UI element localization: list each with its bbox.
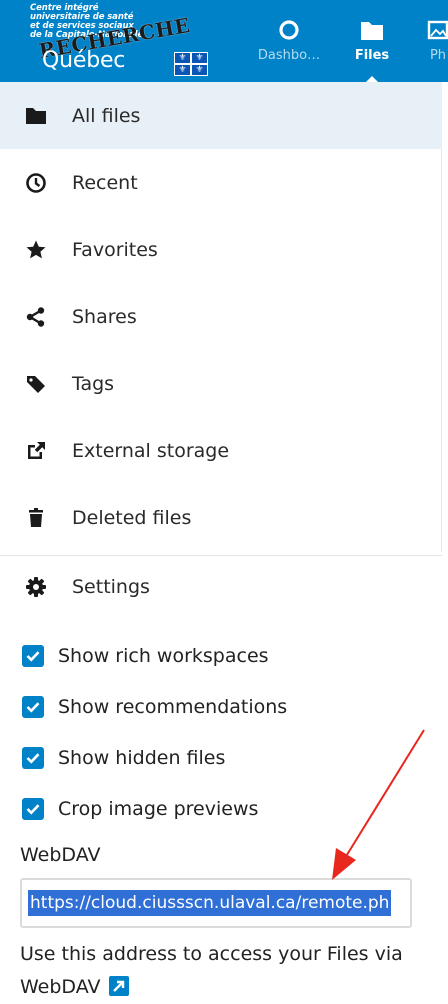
logo-province: Québec (42, 48, 126, 73)
files-navigation: All files Recent Favorites Shares Tags E… (0, 82, 448, 618)
sidebar-item-favorites[interactable]: Favorites (0, 216, 442, 283)
sidebar-item-label: Tags (72, 372, 115, 395)
webdav-title: WebDAV (20, 844, 101, 866)
sidebar-item-all-files[interactable]: All files (0, 82, 442, 149)
ciusss-logo[interactable]: Centre intégré universitaire de santé et… (30, 4, 220, 78)
sidebar-item-label: Recent (72, 171, 138, 194)
clock-icon (24, 171, 48, 195)
nav-files[interactable]: Files (337, 18, 407, 82)
nav-photos-label: Ph (429, 48, 447, 63)
setting-crop-previews[interactable]: Crop image previews (0, 783, 448, 834)
checkbox-label: Crop image previews (58, 797, 259, 820)
nav-dashboard[interactable]: Dashbo… (254, 18, 324, 74)
webdav-url-field[interactable]: https://cloud.ciussscn.ulaval.ca/remote.… (20, 878, 412, 928)
folder-icon (360, 18, 384, 42)
trash-icon (24, 506, 48, 530)
nav-files-label: Files (354, 48, 390, 63)
external-link-arrow-icon[interactable] (108, 976, 129, 996)
sidebar-item-label: Settings (72, 576, 150, 598)
image-icon (426, 18, 448, 42)
checkbox-checked[interactable] (22, 797, 44, 820)
external-link-icon (24, 439, 48, 463)
quebec-flag-icon: ⚜ ⚜ ⚜ ⚜ (174, 52, 208, 76)
checkbox-checked[interactable] (22, 644, 44, 667)
webdav-help: Use this address to access your Files vi… (20, 938, 430, 1004)
setting-rich-workspaces[interactable]: Show rich workspaces (0, 630, 448, 681)
gear-icon (24, 575, 48, 599)
sidebar-item-deleted-files[interactable]: Deleted files (0, 484, 442, 551)
sidebar-item-shares[interactable]: Shares (0, 283, 442, 350)
dashboard-circle-icon (277, 18, 301, 42)
sidebar-item-label: All files (72, 104, 141, 127)
sidebar-item-settings[interactable]: Settings (0, 556, 442, 618)
webdav-url-value: https://cloud.ciussscn.ulaval.ca/remote.… (28, 890, 392, 916)
setting-recommendations[interactable]: Show recommendations (0, 681, 448, 732)
checkbox-label: Show recommendations (58, 695, 288, 718)
app-header: Centre intégré universitaire de santé et… (0, 0, 448, 82)
sidebar-item-label: Deleted files (72, 506, 192, 529)
setting-hidden-files[interactable]: Show hidden files (0, 732, 448, 783)
webdav-help-text: Use this address to access your Files vi… (20, 943, 403, 998)
sidebar-item-label: Favorites (72, 238, 158, 261)
sidebar-item-tags[interactable]: Tags (0, 350, 442, 417)
sidebar-item-label: External storage (72, 439, 230, 462)
sidebar-item-label: Shares (72, 305, 137, 328)
settings-panel: Show rich workspaces Show recommendation… (0, 630, 448, 834)
checkbox-checked[interactable] (22, 695, 44, 718)
star-icon (24, 238, 48, 262)
tag-icon (24, 372, 48, 396)
sidebar-item-recent[interactable]: Recent (0, 149, 442, 216)
checkbox-label: Show hidden files (58, 746, 226, 769)
checkbox-checked[interactable] (22, 746, 44, 769)
sidebar-item-external-storage[interactable]: External storage (0, 417, 442, 484)
share-icon (24, 305, 48, 329)
checkbox-label: Show rich workspaces (58, 644, 269, 667)
nav-dashboard-label: Dashbo… (257, 48, 321, 63)
nav-photos[interactable]: Ph (408, 18, 448, 74)
folder-icon (24, 104, 48, 128)
